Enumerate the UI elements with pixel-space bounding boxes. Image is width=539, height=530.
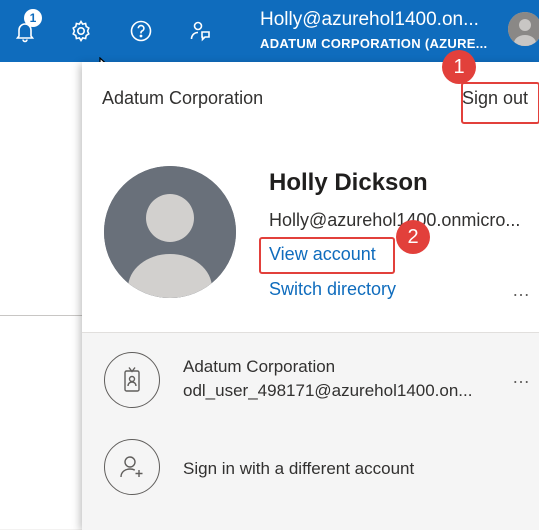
account-organization[interactable]: Adatum Corporation [183, 357, 335, 377]
sign-in-different-account-link[interactable]: Sign in with a different account [183, 459, 414, 479]
organization-name: Adatum Corporation [102, 88, 264, 108]
user-display-name: Holly Dickson [269, 169, 428, 196]
account-email[interactable]: Holly@azurehol1400.on... [260, 9, 479, 31]
other-accounts-section: Adatum Corporation odl_user_498171@azure… [82, 332, 539, 530]
person-avatar-icon [104, 166, 236, 298]
person-avatar-icon [508, 12, 539, 46]
sign-out-highlight [461, 82, 539, 124]
account-avatar-button[interactable] [508, 12, 539, 46]
feedback-icon [190, 21, 210, 42]
profile-avatar [104, 166, 236, 298]
help-button[interactable] [124, 14, 158, 48]
account-manager-panel: Adatum Corporation Sign out 1 Holly Dick… [82, 50, 539, 530]
account-email[interactable]: odl_user_498171@azurehol1400.on... [183, 381, 472, 401]
divider [0, 315, 82, 316]
badge-id-icon [124, 367, 140, 392]
switch-directory-link[interactable]: Switch directory [269, 279, 396, 300]
feedback-button[interactable] [183, 14, 217, 48]
add-account-button[interactable] [104, 439, 160, 495]
callout-badge-1: 1 [442, 50, 476, 84]
view-account-highlight [259, 237, 395, 274]
settings-button[interactable] [64, 14, 98, 48]
help-icon [130, 20, 152, 42]
notification-count-badge: 1 [24, 9, 42, 27]
callout-badge-2: 2 [396, 220, 430, 254]
account-more-options-button[interactable]: … [512, 367, 531, 388]
account-tenant[interactable]: ADATUM CORPORATION (AZURE... [260, 36, 487, 51]
more-options-button[interactable]: … [512, 280, 531, 301]
add-person-icon [120, 456, 143, 478]
user-email: Holly@azurehol1400.onmicro... [269, 210, 521, 230]
gear-icon [72, 19, 90, 43]
page-background [0, 62, 82, 529]
account-row[interactable] [104, 352, 160, 408]
